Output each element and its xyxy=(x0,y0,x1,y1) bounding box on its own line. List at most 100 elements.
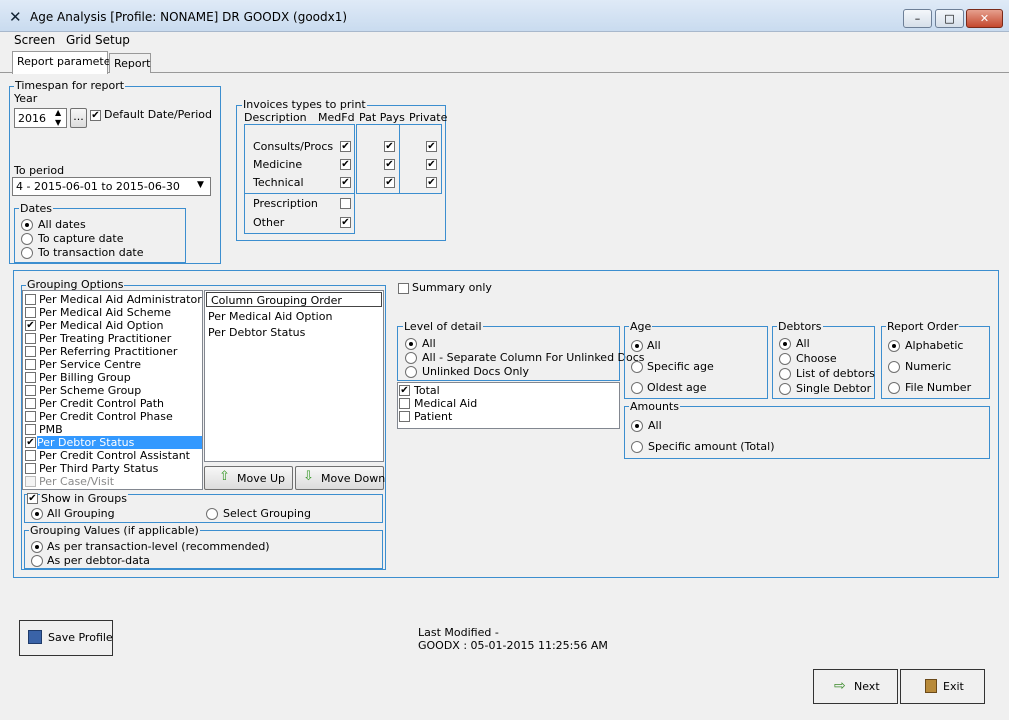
default-date-checkbox[interactable]: ✔ xyxy=(90,110,101,121)
period-browse-button[interactable]: ... xyxy=(70,108,87,128)
save-profile-button[interactable]: Save Profile xyxy=(19,620,113,656)
grouping-checkbox[interactable] xyxy=(25,424,36,435)
medicine-private-checkbox[interactable]: ✔ xyxy=(426,159,437,170)
list-item[interactable]: Per Medical Aid Administrator xyxy=(39,293,215,306)
invoice-row-consults: Consults/Procs xyxy=(253,140,334,153)
debtors-list-radio[interactable] xyxy=(779,368,791,380)
arrow-up-icon: ⇧ xyxy=(219,469,230,484)
grouping-checkbox[interactable] xyxy=(25,346,36,357)
total-checkbox[interactable]: ✔ xyxy=(399,385,410,396)
technical-patpays-checkbox[interactable]: ✔ xyxy=(384,177,395,188)
spin-up-icon[interactable]: ▲ xyxy=(55,108,61,117)
dates-capture-radio[interactable] xyxy=(21,233,33,245)
grouping-checkbox[interactable] xyxy=(25,398,36,409)
consults-medfd-checkbox[interactable]: ✔ xyxy=(340,141,351,152)
age-specific-radio[interactable] xyxy=(631,361,643,373)
grouping-checkbox[interactable]: ✔ xyxy=(25,320,36,331)
dates-all-radio[interactable] xyxy=(21,219,33,231)
level-all-label: All xyxy=(422,337,436,350)
show-in-groups-checkbox[interactable]: ✔ xyxy=(27,493,38,504)
level-separate-radio[interactable] xyxy=(405,352,417,364)
maximize-button[interactable]: □ xyxy=(935,9,964,28)
grouping-checkbox[interactable] xyxy=(25,450,36,461)
close-button[interactable]: ✕ xyxy=(966,9,1003,28)
level-all-radio[interactable] xyxy=(405,338,417,350)
grouping-checkbox[interactable] xyxy=(25,307,36,318)
list-item[interactable]: Per Credit Control Assistant xyxy=(39,449,215,462)
grouping-list[interactable]: Per Medical Aid Administrator Per Medica… xyxy=(22,290,203,490)
list-item[interactable]: Per Referring Practitioner xyxy=(39,345,215,358)
tab-report[interactable]: Report xyxy=(109,53,151,73)
patient-checkbox[interactable] xyxy=(399,411,410,422)
grouping-checkbox[interactable] xyxy=(25,411,36,422)
dates-transaction-radio[interactable] xyxy=(21,247,33,259)
minimize-button[interactable]: – xyxy=(903,9,932,28)
exit-button[interactable]: Exit xyxy=(900,669,985,704)
medicine-medfd-checkbox[interactable]: ✔ xyxy=(340,159,351,170)
age-all-radio[interactable] xyxy=(631,340,643,352)
col-pat-pays: Pat Pays xyxy=(359,111,405,124)
grouping-checkbox[interactable] xyxy=(25,372,36,383)
list-item[interactable]: Per Medical Aid Scheme xyxy=(39,306,215,319)
select-grouping-radio[interactable] xyxy=(206,508,218,520)
invoices-group-label: Invoices types to print xyxy=(242,98,367,111)
all-grouping-radio[interactable] xyxy=(31,508,43,520)
grouping-checkbox[interactable] xyxy=(25,359,36,370)
level-unlinked-label: Unlinked Docs Only xyxy=(422,365,530,378)
menu-screen[interactable]: Screen xyxy=(14,33,55,47)
spin-down-icon[interactable]: ▼ xyxy=(55,118,61,127)
grouping-checkbox[interactable] xyxy=(25,463,36,474)
list-item-selected[interactable]: Per Debtor Status xyxy=(37,436,202,449)
list-item[interactable]: Per Billing Group xyxy=(39,371,215,384)
year-spinner[interactable]: 2016 ▲ ▼ xyxy=(14,108,67,128)
col-description: Description xyxy=(244,111,307,124)
dates-group-label: Dates xyxy=(19,202,54,215)
debtors-all-label: All xyxy=(796,337,810,350)
column-order-list[interactable]: Column Grouping Order Per Medical Aid Op… xyxy=(204,290,384,462)
level-unlinked-radio[interactable] xyxy=(405,366,417,378)
grouping-checkbox[interactable] xyxy=(25,385,36,396)
consults-private-checkbox[interactable]: ✔ xyxy=(426,141,437,152)
list-item[interactable]: PMB xyxy=(39,423,215,436)
to-period-select[interactable]: 4 - 2015-06-01 to 2015-06-30 ▼ xyxy=(12,177,211,196)
grouping-checkbox xyxy=(25,476,36,487)
list-item[interactable]: Per Credit Control Path xyxy=(39,397,215,410)
menu-grid-setup[interactable]: Grid Setup xyxy=(66,33,130,47)
summary-only-checkbox[interactable] xyxy=(398,283,409,294)
next-button[interactable]: ⇨ Next xyxy=(813,669,898,704)
order-file-number-radio[interactable] xyxy=(888,382,900,394)
list-item[interactable]: Per Medical Aid Option xyxy=(39,319,215,332)
debtors-all-radio[interactable] xyxy=(779,338,791,350)
amounts-specific-radio[interactable] xyxy=(631,441,643,453)
prescription-medfd-checkbox[interactable] xyxy=(340,198,351,209)
age-oldest-radio[interactable] xyxy=(631,382,643,394)
medical-aid-checkbox[interactable] xyxy=(399,398,410,409)
debtors-choose-radio[interactable] xyxy=(779,353,791,365)
order-numeric-radio[interactable] xyxy=(888,361,900,373)
list-item[interactable]: Per Medical Aid Option xyxy=(208,310,332,323)
list-item[interactable]: Per Third Party Status xyxy=(39,462,215,475)
medicine-patpays-checkbox[interactable]: ✔ xyxy=(384,159,395,170)
technical-private-checkbox[interactable]: ✔ xyxy=(426,177,437,188)
list-item[interactable]: Per Treating Practitioner xyxy=(39,332,215,345)
other-medfd-checkbox[interactable]: ✔ xyxy=(340,217,351,228)
grouping-checkbox[interactable]: ✔ xyxy=(25,437,36,448)
move-down-button[interactable]: ⇩ Move Down xyxy=(295,466,386,490)
tab-report-parameters[interactable]: Report parameters xyxy=(12,51,121,74)
technical-medfd-checkbox[interactable]: ✔ xyxy=(340,177,351,188)
order-alphabetic-radio[interactable] xyxy=(888,340,900,352)
grouping-checkbox[interactable] xyxy=(25,333,36,344)
list-item[interactable]: Per Debtor Status xyxy=(208,326,305,339)
debtor-data-radio[interactable] xyxy=(31,555,43,567)
list-item[interactable]: Per Credit Control Phase xyxy=(39,410,215,423)
list-item[interactable]: Per Scheme Group xyxy=(39,384,215,397)
move-up-button[interactable]: ⇧ Move Up xyxy=(204,466,293,490)
list-item[interactable]: Per Service Centre xyxy=(39,358,215,371)
consults-patpays-checkbox[interactable]: ✔ xyxy=(384,141,395,152)
transaction-level-radio[interactable] xyxy=(31,541,43,553)
amounts-all-radio[interactable] xyxy=(631,420,643,432)
report-order-label: Report Order xyxy=(886,320,960,333)
debtors-single-radio[interactable] xyxy=(779,383,791,395)
grouping-checkbox[interactable] xyxy=(25,294,36,305)
move-down-label: Move Down xyxy=(321,472,386,485)
